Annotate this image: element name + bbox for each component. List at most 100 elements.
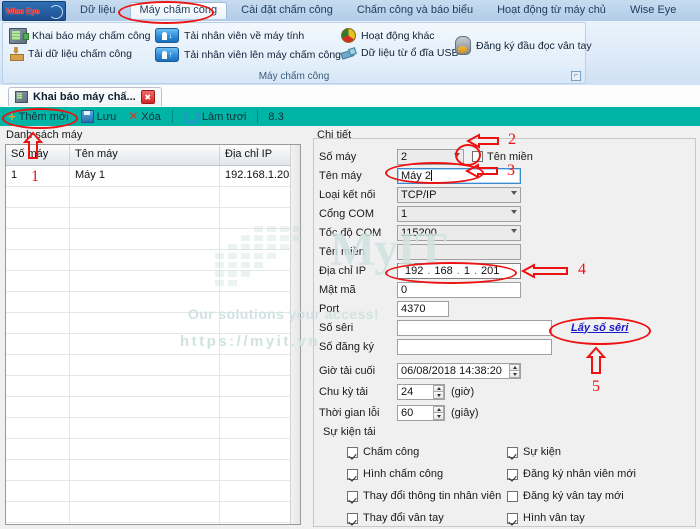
get-serial-link[interactable]: Lấy số sêri (571, 322, 628, 334)
port-input[interactable]: 4370 (397, 300, 449, 317)
dia-chi-ip-input[interactable]: 192. 168. 1. 201 (397, 262, 521, 279)
gio-tai-cuoi-spinner[interactable]: 06/08/2018 14:38:20 (397, 362, 521, 379)
spinner-down-icon[interactable] (433, 412, 444, 420)
column-header-so-may[interactable]: Số máy (6, 145, 70, 165)
ip-octet-1[interactable]: 192 (401, 265, 427, 277)
unit-thoi-gian-loi: (giây) (451, 406, 479, 419)
toc-do-com-select[interactable]: 115200 (397, 224, 521, 241)
ten-mien-checkbox[interactable] (472, 151, 483, 162)
table-row-empty[interactable] (6, 271, 300, 292)
cell-dia-chi-ip (220, 439, 300, 459)
checkbox-su-kien[interactable]: Sự kiện (507, 446, 561, 458)
tab-du-lieu[interactable]: Dữ liệu (70, 2, 126, 19)
tab-cai-dat-cham-cong[interactable]: Cài đặt chấm công (231, 2, 343, 19)
checkbox-thay-doi-thong-tin-nhan-vien[interactable]: Thay đổi thông tin nhân viên (347, 490, 501, 502)
column-header-dia-chi-ip[interactable]: Địa chỉ IP (220, 145, 300, 165)
table-row-empty[interactable] (6, 187, 300, 208)
table-row-empty[interactable] (6, 313, 300, 334)
table-row-empty[interactable] (6, 229, 300, 250)
ribbon-tai-du-lieu-cham-cong[interactable]: Tải dữ liệu chấm công (9, 47, 132, 61)
ribbon-dang-ky-dau-doc-van-tay[interactable]: Đăng ký đầu đọc vân tay (455, 36, 592, 55)
ten-may-input[interactable]: Máy 2 (397, 167, 521, 184)
checkbox-dang-ky-van-tay-moi[interactable]: Đăng ký vân tay mới (507, 490, 624, 502)
add-new-button[interactable]: + Thêm mới (4, 110, 73, 124)
table-row-empty[interactable] (6, 439, 300, 460)
column-header-ten-may[interactable]: Tên máy (70, 145, 220, 165)
ribbon-dialog-launcher-icon[interactable]: ⌐ (571, 71, 581, 81)
checkbox-icon[interactable] (347, 490, 358, 502)
ribbon-hoat-dong-khac[interactable]: Hoạt động khác (341, 28, 435, 43)
ip-octet-4[interactable]: 201 (477, 265, 503, 277)
checkbox-dang-ky-nhan-vien-moi[interactable]: Đăng ký nhân viên mới (507, 468, 636, 480)
table-row-empty[interactable] (6, 292, 300, 313)
checkbox-hinh-van-tay[interactable]: Hình vân tay (507, 512, 585, 524)
ip-octet-2[interactable]: 168 (430, 265, 456, 277)
label-so-seri: Số sêri (319, 321, 354, 334)
table-row-empty[interactable] (6, 208, 300, 229)
cell-dia-chi-ip (220, 187, 300, 207)
table-row-empty[interactable] (6, 523, 300, 524)
tab-hoat-dong-tu-may-chu[interactable]: Hoạt động từ máy chủ (487, 2, 616, 19)
so-dang-ky-input[interactable] (397, 338, 552, 355)
close-icon[interactable]: ✖ (140, 90, 155, 104)
ip-octet-3[interactable]: 1 (460, 265, 474, 277)
ribbon-khai-bao-may-cham-cong[interactable]: Khai báo máy chấm công (9, 28, 150, 44)
tab-wise-eye[interactable]: Wise Eye (620, 2, 686, 19)
tab-may-cham-cong[interactable]: Máy chấm công (129, 2, 228, 19)
checkbox-thay-doi-van-tay[interactable]: Thay đổi vân tay (347, 512, 444, 524)
spinner-down-icon[interactable] (433, 391, 444, 399)
save-button[interactable]: Lưu (77, 109, 121, 124)
label-mat-ma: Mật mã (319, 283, 356, 296)
cell-so-may (6, 229, 70, 249)
table-row-empty[interactable] (6, 397, 300, 418)
ribbon-tai-nhan-vien-ve-may-tinh[interactable]: ↓ Tải nhân viên về máy tính (155, 28, 304, 43)
cell-dia-chi-ip (220, 397, 300, 417)
table-row-empty[interactable] (6, 418, 300, 439)
table-row[interactable]: 1 Máy 1 192.168.1.205 (6, 166, 300, 187)
ten-mien-input[interactable] (397, 243, 521, 260)
checkbox-label: Thay đổi vân tay (363, 512, 444, 524)
checkbox-icon[interactable] (347, 468, 358, 480)
so-may-select[interactable]: 2 (397, 148, 464, 165)
spinner-buttons[interactable] (433, 405, 444, 420)
table-row-empty[interactable] (6, 376, 300, 397)
table-row-empty[interactable] (6, 334, 300, 355)
loai-ket-noi-select[interactable]: TCP/IP (397, 186, 521, 203)
table-row-empty[interactable] (6, 481, 300, 502)
document-tab-title: Khai báo máy chấ... (33, 91, 136, 103)
checkbox-icon[interactable] (507, 468, 518, 480)
checkbox-icon[interactable] (347, 446, 358, 458)
checkbox-cham-cong[interactable]: Chấm công (347, 446, 419, 458)
chu-ky-tai-spinner[interactable]: 24 (397, 383, 445, 400)
gio-tai-cuoi-input[interactable]: 06/08/2018 14:38:20 (397, 362, 521, 379)
machine-list-grid[interactable]: Số máy Tên máy Địa chỉ IP 1 Máy 1 192.16… (5, 144, 301, 525)
cong-com-select[interactable]: 1 (397, 205, 521, 222)
row-loai-ket-noi: Loại kết nối TCP/IP (319, 186, 521, 203)
checkbox-icon[interactable] (507, 512, 518, 524)
table-row-empty[interactable] (6, 460, 300, 481)
thoi-gian-loi-spinner[interactable]: 60 (397, 404, 445, 421)
checkbox-icon[interactable] (507, 446, 518, 458)
mat-ma-input[interactable]: 0 (397, 281, 521, 298)
delete-button[interactable]: ✕ Xóa (124, 110, 165, 124)
spinner-buttons[interactable] (509, 363, 520, 378)
checkbox-hinh-cham-cong[interactable]: Hình chấm công (347, 468, 443, 480)
table-row-empty[interactable] (6, 355, 300, 376)
spinner-buttons[interactable] (433, 384, 444, 399)
spinner-down-icon[interactable] (509, 370, 520, 378)
checkbox-label: Hình chấm công (363, 468, 444, 480)
grid-vertical-scrollbar[interactable] (290, 145, 300, 524)
so-seri-input[interactable] (397, 319, 552, 336)
checkbox-icon[interactable] (347, 512, 358, 524)
tab-cham-cong-va-bao-bieu[interactable]: Chấm công và báo biểu (347, 2, 483, 19)
table-row-empty[interactable] (6, 250, 300, 271)
cell-so-may (6, 355, 70, 375)
chevron-down-icon (511, 190, 517, 195)
checkbox-icon[interactable] (507, 490, 518, 502)
label-dia-chi-ip: Địa chỉ IP (319, 264, 367, 277)
ribbon-tai-nhan-vien-len-may-cham-cong[interactable]: ↑ Tải nhân viên lên máy chấm công (155, 47, 341, 62)
document-tab-khai-bao-may[interactable]: Khai báo máy chấ... ✖ (8, 87, 162, 106)
ribbon-du-lieu-tu-o-dia-usb[interactable]: Dữ liệu từ ổ đĩa USB (341, 47, 459, 59)
refresh-button[interactable]: Làm tươi (180, 108, 251, 125)
table-row-empty[interactable] (6, 502, 300, 523)
